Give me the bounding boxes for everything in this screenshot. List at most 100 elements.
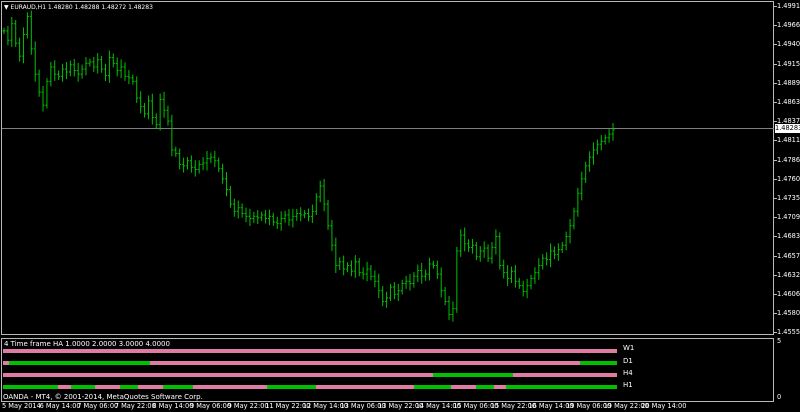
ha-segment-bull (475, 385, 495, 389)
price-bar (385, 291, 389, 308)
ha-label-d1: D1 (623, 357, 633, 365)
price-bar (228, 185, 232, 208)
price-bar (143, 102, 147, 118)
price-bar (295, 208, 299, 221)
ha-segment-bull (3, 385, 59, 389)
ha-row-h4 (3, 373, 617, 377)
price-bar (217, 157, 221, 172)
price-bar (61, 63, 65, 82)
price-bar (560, 241, 564, 253)
time-axis-label: 6 May 14:00 (39, 402, 81, 410)
time-axis-label: 8 May 14:00 (152, 402, 194, 410)
price-bar (474, 241, 478, 261)
price-bar (225, 172, 229, 197)
current-price-badge: 1.48283 (775, 124, 800, 133)
price-bar (135, 76, 139, 103)
price-bar (377, 273, 381, 299)
price-bar (513, 264, 517, 288)
price-bar (572, 207, 576, 230)
indicator-axis: 5 0 (774, 338, 800, 402)
price-bar (2, 27, 6, 35)
indicator-axis-top: 5 (777, 337, 782, 345)
ha-segment-bull (70, 385, 96, 389)
price-bar (435, 260, 439, 280)
price-bar (482, 241, 486, 258)
ha-label-w1: W1 (623, 344, 635, 352)
price-bar (463, 227, 467, 252)
price-bar (68, 60, 72, 77)
price-bar (322, 178, 326, 212)
price-axis-label: 1.47090 (777, 213, 800, 222)
price-axis-label: 1.48115 (777, 136, 800, 145)
chart-window[interactable]: ▼ EURAUD,H1 1.48280 1.48288 1.48272 1.48… (0, 0, 800, 412)
price-bar (256, 210, 260, 225)
price-bar (88, 58, 92, 67)
price-bar (439, 267, 443, 298)
ha-segment-bear (193, 385, 267, 389)
price-bar (170, 114, 174, 157)
ha-row-h1 (3, 385, 617, 389)
price-bar (146, 95, 150, 120)
price-bar (213, 150, 217, 168)
price-bar (150, 93, 154, 125)
price-bar (209, 152, 213, 164)
price-bar (611, 123, 615, 141)
price-bar (408, 274, 412, 291)
price-bar (584, 161, 588, 183)
price-bar (303, 210, 307, 219)
price-bar (178, 148, 182, 170)
time-axis[interactable]: 5 May 2014 6 May 14:00 7 May 06:00 7 May 22… (0, 400, 800, 412)
price-bar (279, 211, 283, 231)
price-bar (455, 246, 459, 313)
price-axis-label: 1.48890 (777, 78, 800, 87)
price-bar (353, 255, 357, 278)
price-bar (498, 232, 502, 270)
price-bar (174, 146, 178, 157)
price-bar (310, 204, 314, 224)
time-axis-label: 5 May 2014 (2, 402, 41, 410)
price-bar (107, 50, 111, 83)
price-axis-label: 1.46320 (777, 270, 800, 279)
price-bar (72, 58, 76, 77)
price-bar (197, 160, 201, 174)
price-bar (201, 157, 205, 171)
time-axis-label: 9 May 22:00 (227, 402, 269, 410)
price-bar (49, 61, 53, 87)
price-bar (357, 258, 361, 277)
price-bar (521, 280, 525, 297)
price-bar (185, 157, 189, 170)
price-bar (240, 203, 244, 218)
price-bar (443, 287, 447, 306)
price-bar (510, 266, 513, 283)
price-bar (494, 229, 498, 255)
price-bar (283, 210, 287, 223)
price-axis[interactable]: 1.49915 1.49660 1.49405 1.49150 1.48890 1.486… (774, 0, 800, 338)
price-bar (502, 259, 506, 279)
price-bar (10, 16, 14, 47)
price-bar (158, 93, 162, 131)
ha-segment-bear (3, 373, 433, 377)
price-bar (381, 286, 385, 307)
price-bar (490, 241, 494, 264)
price-bar (314, 193, 318, 215)
price-axis-label: 1.45805 (777, 309, 800, 318)
price-bar (549, 243, 553, 268)
price-bars (2, 10, 615, 322)
price-bar (14, 19, 18, 47)
price-bar (33, 41, 37, 82)
price-bar (361, 267, 365, 280)
price-bar (525, 278, 529, 299)
time-axis-label: 7 May 22:00 (114, 402, 156, 410)
price-bar (244, 207, 248, 223)
price-bar (431, 260, 435, 269)
price-bar (416, 264, 420, 283)
price-bar (552, 246, 556, 260)
ha-row-d1 (3, 361, 617, 365)
price-bar (470, 238, 474, 254)
price-bar (287, 209, 291, 226)
price-bar (76, 62, 80, 82)
time-axis-label: 20 May 14:00 (641, 402, 687, 410)
price-bar (104, 63, 107, 82)
price-bar (517, 278, 521, 289)
price-bar (428, 257, 432, 281)
